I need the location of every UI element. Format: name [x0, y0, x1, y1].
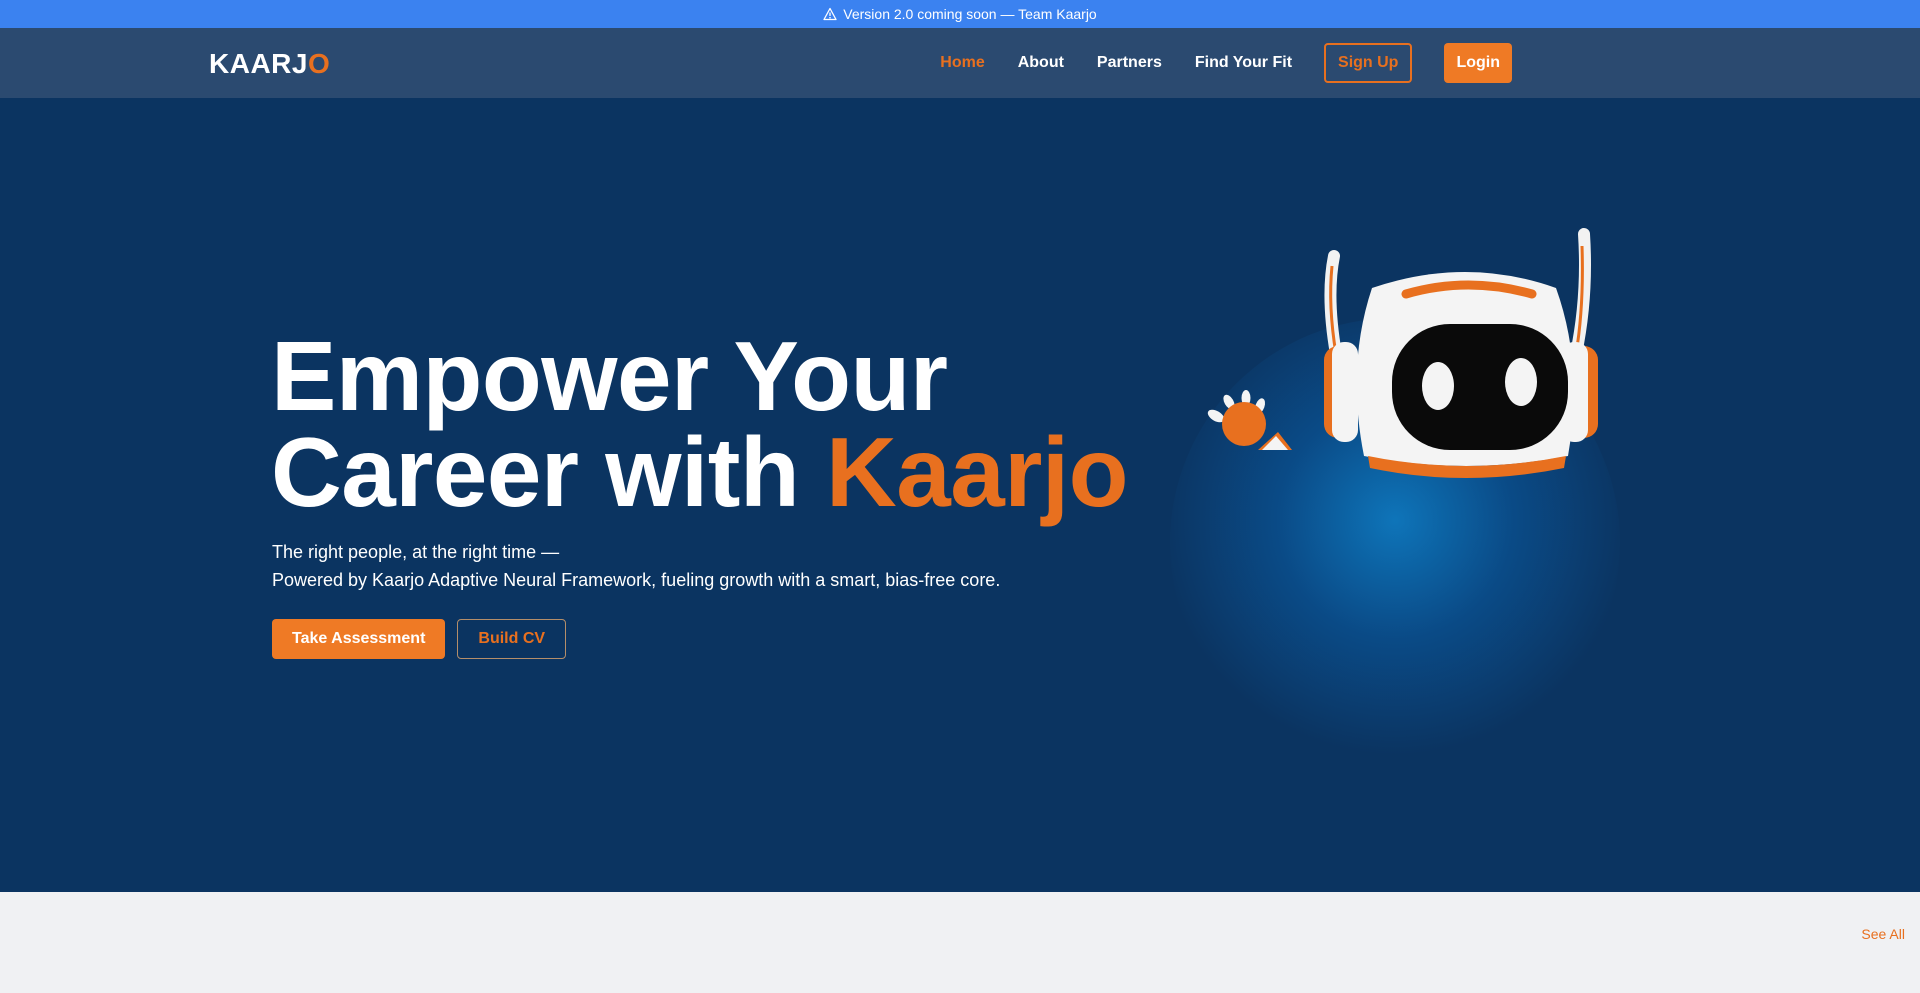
- see-all-link[interactable]: See All: [1861, 926, 1905, 942]
- kaarjo-logo[interactable]: KAARJO: [209, 48, 330, 80]
- hero-title-prefix: Career with: [271, 417, 826, 527]
- hero-title: Empower Your Career with Kaarjo: [271, 321, 1128, 521]
- hero-subtitle-line-2: Powered by Kaarjo Adaptive Neural Framew…: [272, 570, 1001, 590]
- warning-triangle-icon: [823, 7, 837, 21]
- nav-link-about[interactable]: About: [1018, 54, 1064, 72]
- hero-subtitle-line-1: The right people, at the right time —: [272, 542, 560, 562]
- robot-hand: [1207, 390, 1292, 450]
- sign-up-button[interactable]: Sign Up: [1324, 43, 1413, 83]
- hero-cta-row: Take Assessment Build CV: [272, 619, 567, 659]
- hero-title-line-1: Empower Your: [271, 321, 948, 431]
- top-navbar: KAARJO Home About Partners Find Your Fit…: [0, 28, 1920, 98]
- announcement-text: Version 2.0 coming soon — Team Kaarjo: [843, 6, 1097, 22]
- lower-section: See All: [0, 892, 1920, 993]
- nav-links: Home About Partners Find Your Fit Sign U…: [940, 28, 1512, 98]
- hero-subtitle: The right people, at the right time — Po…: [272, 538, 1000, 594]
- announcement-bar: Version 2.0 coming soon — Team Kaarjo: [0, 0, 1920, 28]
- build-cv-button[interactable]: Build CV: [457, 619, 567, 659]
- logo-text: KAARJ: [209, 48, 308, 79]
- nav-link-partners[interactable]: Partners: [1097, 54, 1162, 72]
- robot-mascot-icon: [1207, 228, 1598, 478]
- take-assessment-button[interactable]: Take Assessment: [272, 619, 446, 659]
- hero-section: Empower Your Career with Kaarjo The righ…: [0, 98, 1920, 892]
- logo-accent-letter: O: [307, 48, 331, 79]
- hero-title-accent: Kaarjo: [825, 417, 1129, 527]
- nav-link-find-your-fit[interactable]: Find Your Fit: [1195, 54, 1292, 72]
- hero-title-line-2: Career with Kaarjo: [271, 423, 1128, 521]
- nav-link-home[interactable]: Home: [940, 54, 984, 72]
- login-button[interactable]: Login: [1444, 43, 1512, 83]
